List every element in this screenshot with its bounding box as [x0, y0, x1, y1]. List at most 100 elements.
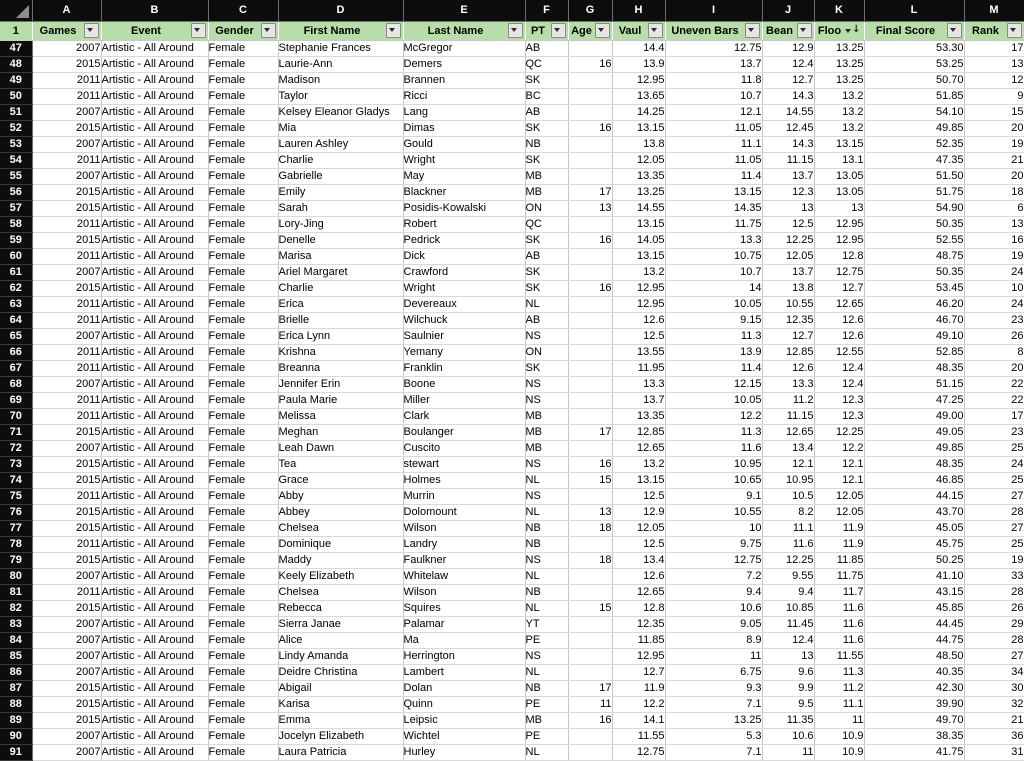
cell-I57[interactable]: 14.35	[665, 200, 763, 217]
row-header-66[interactable]: 66	[0, 344, 33, 361]
cell-G90[interactable]	[568, 728, 613, 745]
table-row[interactable]: 84 2007 Artistic - All Around Female Alice Ma…	[0, 632, 1024, 649]
cell-J84[interactable]: 12.4	[762, 632, 815, 649]
cell-E61[interactable]: Crawford	[403, 264, 526, 281]
cell-F86[interactable]: NL	[525, 664, 569, 681]
cell-I88[interactable]: 7.1	[665, 696, 763, 713]
cell-C49[interactable]: Female	[208, 72, 279, 89]
cell-L65[interactable]: 49.10	[864, 328, 965, 345]
column-header-c[interactable]: C	[208, 0, 279, 22]
cell-I78[interactable]: 9.75	[665, 536, 763, 553]
cell-H48[interactable]: 13.9	[612, 56, 666, 73]
row-header-85[interactable]: 85	[0, 648, 33, 665]
cell-B58[interactable]: Artistic - All Around	[101, 216, 209, 233]
cell-M65[interactable]: 26	[964, 328, 1024, 345]
cell-G75[interactable]	[568, 488, 613, 505]
cell-F61[interactable]: SK	[525, 264, 569, 281]
cell-A62[interactable]: 2015	[32, 280, 102, 297]
cell-C48[interactable]: Female	[208, 56, 279, 73]
cell-D86[interactable]: Deidre Christina	[278, 664, 404, 681]
cell-E55[interactable]: May	[403, 168, 526, 185]
cell-D54[interactable]: Charlie	[278, 152, 404, 169]
cell-K71[interactable]: 12.25	[814, 424, 865, 441]
cell-F52[interactable]: SK	[525, 120, 569, 137]
cell-B76[interactable]: Artistic - All Around	[101, 504, 209, 521]
cell-D65[interactable]: Erica Lynn	[278, 328, 404, 345]
cell-M86[interactable]: 34	[964, 664, 1024, 681]
cell-B89[interactable]: Artistic - All Around	[101, 712, 209, 729]
row-header-65[interactable]: 65	[0, 328, 33, 345]
cell-H84[interactable]: 11.85	[612, 632, 666, 649]
cell-K73[interactable]: 12.1	[814, 456, 865, 473]
cell-M53[interactable]: 19	[964, 136, 1024, 153]
cell-F49[interactable]: SK	[525, 72, 569, 89]
row-header-71[interactable]: 71	[0, 424, 33, 441]
cell-I87[interactable]: 9.3	[665, 680, 763, 697]
filter-dropdown-icon[interactable]	[260, 23, 276, 38]
cell-J47[interactable]: 12.9	[762, 40, 815, 57]
cell-M87[interactable]: 30	[964, 680, 1024, 697]
cell-B60[interactable]: Artistic - All Around	[101, 248, 209, 265]
cell-K88[interactable]: 11.1	[814, 696, 865, 713]
cell-F84[interactable]: PE	[525, 632, 569, 649]
cell-C58[interactable]: Female	[208, 216, 279, 233]
cell-M74[interactable]: 25	[964, 472, 1024, 489]
cell-L87[interactable]: 42.30	[864, 680, 965, 697]
table-row[interactable]: 91 2007 Artistic - All Around Female Laura P…	[0, 744, 1024, 761]
cell-G60[interactable]	[568, 248, 613, 265]
cell-K58[interactable]: 12.95	[814, 216, 865, 233]
cell-B63[interactable]: Artistic - All Around	[101, 296, 209, 313]
cell-L54[interactable]: 47.35	[864, 152, 965, 169]
table-row[interactable]: 76 2015 Artistic - All Around Female Abbey Do…	[0, 504, 1024, 521]
cell-G59[interactable]: 16	[568, 232, 613, 249]
cell-K53[interactable]: 13.15	[814, 136, 865, 153]
cell-F87[interactable]: NB	[525, 680, 569, 697]
cell-D77[interactable]: Chelsea	[278, 520, 404, 537]
table-row[interactable]: 83 2007 Artistic - All Around Female Sierra …	[0, 616, 1024, 633]
cell-M88[interactable]: 32	[964, 696, 1024, 713]
cell-C59[interactable]: Female	[208, 232, 279, 249]
cell-E56[interactable]: Blackner	[403, 184, 526, 201]
cell-B78[interactable]: Artistic - All Around	[101, 536, 209, 553]
table-row[interactable]: 64 2011 Artistic - All Around Female Brielle…	[0, 312, 1024, 329]
cell-E90[interactable]: Wichtel	[403, 728, 526, 745]
cell-H50[interactable]: 13.65	[612, 88, 666, 105]
cell-C88[interactable]: Female	[208, 696, 279, 713]
cell-L76[interactable]: 43.70	[864, 504, 965, 521]
cell-L63[interactable]: 46.20	[864, 296, 965, 313]
cell-G80[interactable]	[568, 568, 613, 585]
cell-K69[interactable]: 12.3	[814, 392, 865, 409]
cell-B66[interactable]: Artistic - All Around	[101, 344, 209, 361]
cell-E91[interactable]: Hurley	[403, 744, 526, 761]
cell-L90[interactable]: 38.35	[864, 728, 965, 745]
cell-A67[interactable]: 2011	[32, 360, 102, 377]
cell-C51[interactable]: Female	[208, 104, 279, 121]
cell-C62[interactable]: Female	[208, 280, 279, 297]
table-row[interactable]: 88 2015 Artistic - All Around Female Karisa Q…	[0, 696, 1024, 713]
table-row[interactable]: 75 2011 Artistic - All Around Female Abby Mur…	[0, 488, 1024, 505]
cell-H62[interactable]: 12.95	[612, 280, 666, 297]
cell-K49[interactable]: 13.25	[814, 72, 865, 89]
cell-D48[interactable]: Laurie-Ann	[278, 56, 404, 73]
cell-C83[interactable]: Female	[208, 616, 279, 633]
cell-L68[interactable]: 51.15	[864, 376, 965, 393]
row-header-91[interactable]: 91	[0, 744, 33, 761]
cell-F65[interactable]: NS	[525, 328, 569, 345]
cell-D66[interactable]: Krishna	[278, 344, 404, 361]
cell-M66[interactable]: 8	[964, 344, 1024, 361]
cell-D57[interactable]: Sarah	[278, 200, 404, 217]
row-header-1[interactable]: 1	[0, 21, 33, 41]
row-header-81[interactable]: 81	[0, 584, 33, 601]
cell-H83[interactable]: 12.35	[612, 616, 666, 633]
cell-J86[interactable]: 9.6	[762, 664, 815, 681]
cell-M76[interactable]: 28	[964, 504, 1024, 521]
cell-F77[interactable]: NB	[525, 520, 569, 537]
filter-dropdown-icon[interactable]	[550, 23, 566, 38]
cell-J55[interactable]: 13.7	[762, 168, 815, 185]
cell-C66[interactable]: Female	[208, 344, 279, 361]
table-row[interactable]: 54 2011 Artistic - All Around Female Charlie…	[0, 152, 1024, 169]
cell-F79[interactable]: NS	[525, 552, 569, 569]
row-header-56[interactable]: 56	[0, 184, 33, 201]
cell-G65[interactable]	[568, 328, 613, 345]
cell-E51[interactable]: Lang	[403, 104, 526, 121]
